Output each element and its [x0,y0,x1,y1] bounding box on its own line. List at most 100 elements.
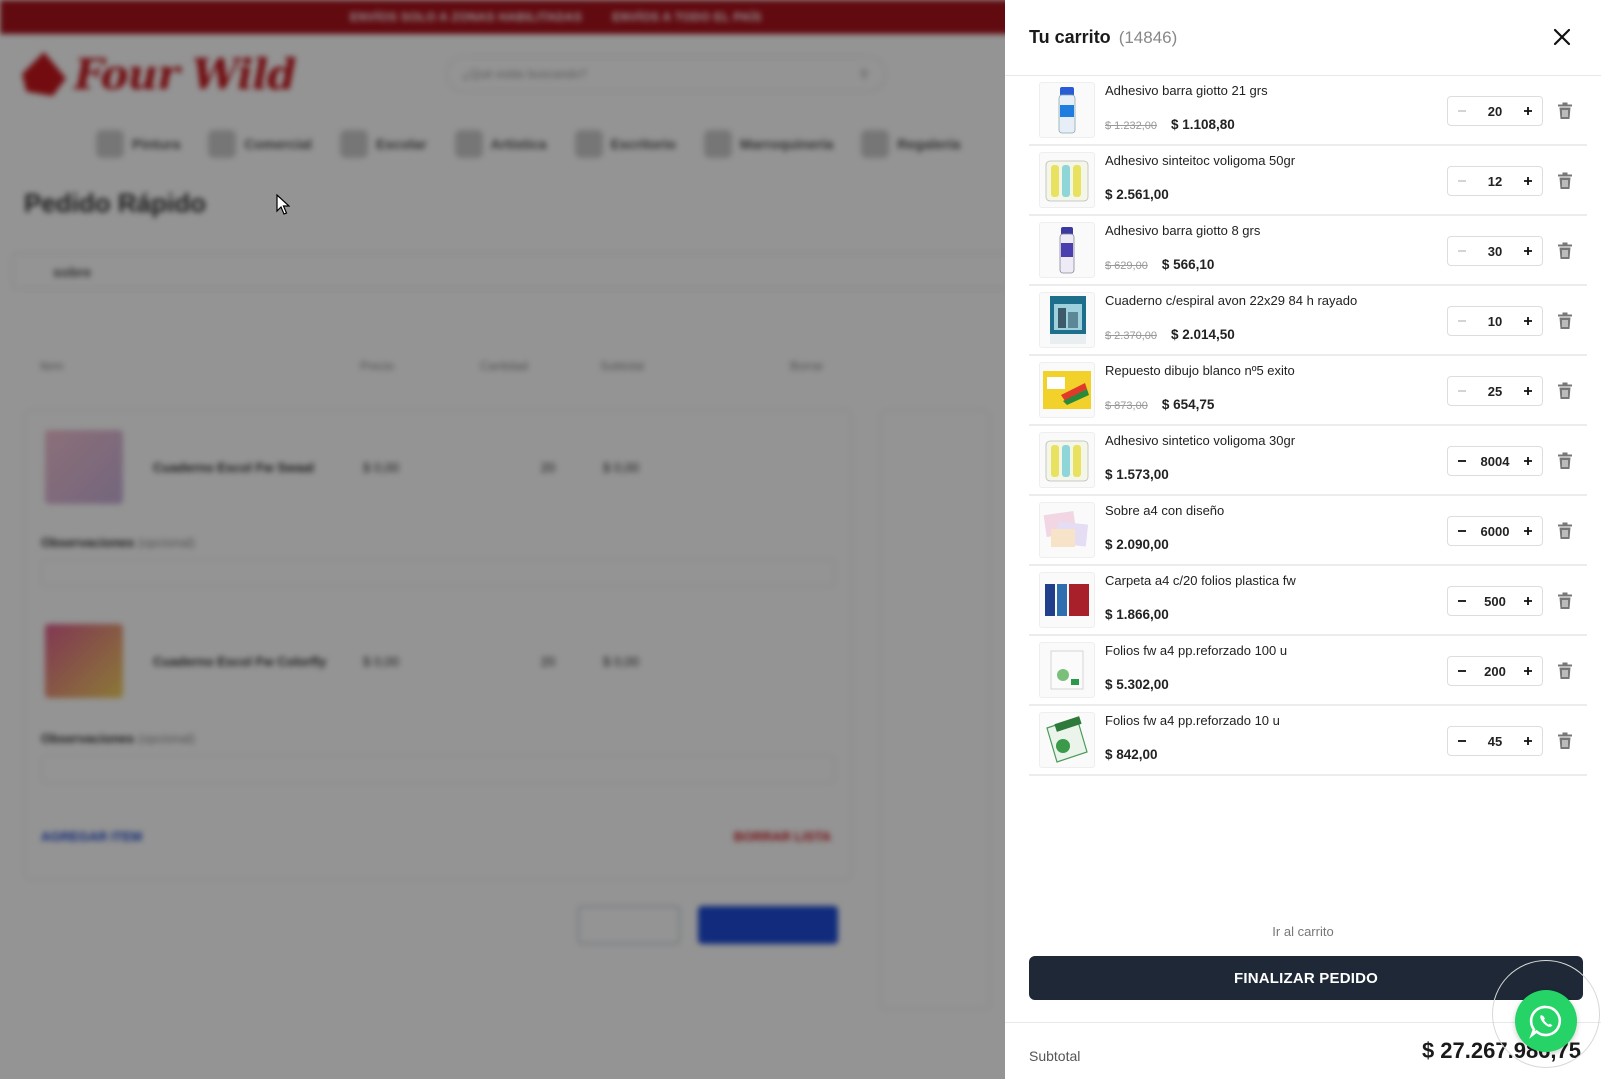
increase-quantity-button[interactable] [1520,663,1536,680]
cart-item-old-price: $ 1.232,00 [1105,120,1157,132]
cart-item-name[interactable]: Adhesivo barra giotto 8 grs [1105,223,1260,238]
cart-item-prices: $ 2.370,00 $ 2.014,50 [1105,327,1235,342]
cart-item-name[interactable]: Folios fw a4 pp.reforzado 100 u [1105,643,1287,658]
cart-item-name[interactable]: Adhesivo sintetico voligoma 30gr [1105,433,1295,448]
cart-item-prices: $ 2.090,00 [1105,537,1169,552]
product-thumbnail[interactable] [1039,362,1095,418]
cart-item-name[interactable]: Carpeta a4 c/20 folios plastica fw [1105,573,1296,588]
decrease-quantity-button[interactable] [1454,663,1470,680]
cart-item-name[interactable]: Sobre a4 con diseño [1105,503,1224,518]
subtotal-label: Subtotal [1029,1048,1081,1064]
trash-icon[interactable] [1557,312,1573,330]
cart-item-name[interactable]: Cuaderno c/espiral avon 22x29 84 h rayad… [1105,293,1357,308]
minus-icon [1458,179,1466,182]
decrease-quantity-button[interactable] [1454,383,1470,400]
increase-quantity-button[interactable] [1520,243,1536,260]
plus-icon [1524,526,1532,535]
cart-item-prices: $ 5.302,00 [1105,677,1169,692]
quantity-input[interactable] [1473,659,1517,683]
cart-item: Folios fw a4 pp.reforzado 10 u $ 842,00 [1029,706,1587,776]
cart-item-name[interactable]: Repuesto dibujo blanco nº5 exito [1105,363,1295,378]
decrease-quantity-button[interactable] [1454,243,1470,260]
decrease-quantity-button[interactable] [1454,523,1470,540]
quantity-input[interactable] [1473,169,1517,193]
trash-icon[interactable] [1557,592,1573,610]
increase-quantity-button[interactable] [1520,313,1536,330]
cart-item: Adhesivo sintetico voligoma 30gr $ 1.573,… [1029,426,1587,496]
cart-item-name[interactable]: Adhesivo sinteitoc voligoma 50gr [1105,153,1295,168]
cart-header: Tu carrito (14846) [1005,0,1601,76]
trash-icon[interactable] [1557,662,1573,680]
cart-title: Tu carrito [1029,27,1111,47]
decrease-quantity-button[interactable] [1454,593,1470,610]
cart-item-old-price: $ 873,00 [1105,400,1148,412]
plus-icon [1524,736,1532,745]
quantity-input[interactable] [1473,519,1517,543]
cart-item-price: $ 654,75 [1161,397,1215,412]
minus-icon [1458,739,1466,742]
whatsapp-button[interactable] [1515,990,1577,1052]
product-thumbnail[interactable] [1039,712,1095,768]
increase-quantity-button[interactable] [1520,103,1536,120]
cart-item: Adhesivo barra giotto 8 grs $ 629,00 $ 566… [1029,216,1587,286]
cart-item-price: $ 2.090,00 [1105,537,1169,552]
quantity-input[interactable] [1473,729,1517,753]
cart-item-price: $ 5.302,00 [1105,677,1169,692]
trash-icon[interactable] [1557,452,1573,470]
product-thumbnail[interactable] [1039,152,1095,208]
trash-icon[interactable] [1557,522,1573,540]
plus-icon [1524,106,1532,115]
quantity-stepper [1447,656,1543,686]
quantity-input[interactable] [1473,379,1517,403]
trash-icon[interactable] [1557,382,1573,400]
cart-item: Carpeta a4 c/20 folios plastica fw $ 1.86… [1029,566,1587,636]
decrease-quantity-button[interactable] [1454,733,1470,750]
minus-icon [1458,319,1466,322]
cart-item-name[interactable]: Folios fw a4 pp.reforzado 10 u [1105,713,1280,728]
decrease-quantity-button[interactable] [1454,313,1470,330]
quantity-input[interactable] [1473,239,1517,263]
cart-item-prices: $ 1.232,00 $ 1.108,80 [1105,117,1235,132]
decrease-quantity-button[interactable] [1454,453,1470,470]
close-cart-button[interactable] [1551,26,1573,48]
increase-quantity-button[interactable] [1520,593,1536,610]
increase-quantity-button[interactable] [1520,173,1536,190]
trash-icon[interactable] [1557,172,1573,190]
minus-icon [1458,389,1466,392]
trash-icon[interactable] [1557,102,1573,120]
trash-icon[interactable] [1557,242,1573,260]
product-thumbnail[interactable] [1039,82,1095,138]
quantity-input[interactable] [1473,589,1517,613]
whatsapp-icon [1529,1005,1562,1039]
plus-icon [1524,316,1532,325]
plus-icon [1524,456,1532,465]
increase-quantity-button[interactable] [1520,453,1536,470]
cart-item-price: $ 1.573,00 [1105,467,1169,482]
increase-quantity-button[interactable] [1520,383,1536,400]
minus-icon [1458,529,1466,532]
product-thumbnail[interactable] [1039,432,1095,488]
increase-quantity-button[interactable] [1520,733,1536,750]
quantity-stepper [1447,726,1543,756]
product-thumbnail[interactable] [1039,222,1095,278]
cart-item-name[interactable]: Adhesivo barra giotto 21 grs [1105,83,1268,98]
increase-quantity-button[interactable] [1520,523,1536,540]
product-thumbnail[interactable] [1039,642,1095,698]
minus-icon [1458,249,1466,252]
quantity-stepper [1447,516,1543,546]
go-to-cart-link[interactable]: Ir al carrito [1005,924,1601,939]
trash-icon[interactable] [1557,732,1573,750]
decrease-quantity-button[interactable] [1454,173,1470,190]
quantity-stepper [1447,586,1543,616]
quantity-input[interactable] [1473,309,1517,333]
cart-drawer: Tu carrito (14846) Adhesivo barra giotto… [1005,0,1601,1079]
plus-icon [1524,176,1532,185]
product-thumbnail[interactable] [1039,502,1095,558]
decrease-quantity-button[interactable] [1454,103,1470,120]
quantity-input[interactable] [1473,449,1517,473]
quantity-input[interactable] [1473,99,1517,123]
cart-count: (14846) [1118,27,1178,47]
product-thumbnail[interactable] [1039,292,1095,348]
product-thumbnail[interactable] [1039,572,1095,628]
cart-item-old-price: $ 629,00 [1105,260,1148,272]
